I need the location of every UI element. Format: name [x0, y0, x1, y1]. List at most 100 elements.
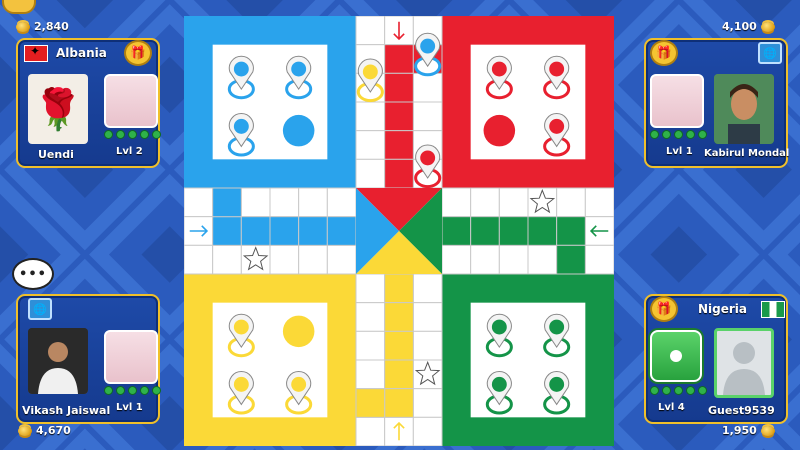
track-cell [584, 187, 614, 218]
track-cell [355, 359, 386, 390]
country-name: Nigeria [698, 302, 748, 316]
coin-balance-bottom-left: 4,670 [18, 424, 71, 437]
coin-balance-top-left: 2,840 [16, 20, 69, 33]
player-panel-bottom-right[interactable]: 🎁 Nigeria Lvl 4 Guest9539 [644, 294, 788, 424]
token-pin-icon [227, 55, 255, 100]
dice-slot [650, 74, 704, 128]
track-cell [355, 330, 386, 361]
token-core [549, 319, 565, 335]
track-cell [412, 388, 443, 418]
dice-slot [104, 74, 158, 128]
coin-icon [16, 21, 30, 32]
track-cell [355, 158, 386, 189]
track-cell [384, 130, 414, 160]
track-cell [412, 72, 443, 103]
token-core [491, 319, 507, 335]
track-cell [584, 244, 614, 275]
avatar-guest[interactable] [714, 328, 774, 398]
player-name: Kabirul Mondal [704, 148, 790, 159]
track-cell [384, 330, 414, 361]
track-cell [355, 388, 386, 418]
avatar-rose[interactable]: 🌹 [28, 74, 88, 144]
player-panel-top-right[interactable]: 🎁 🌐 Lvl 1 Kabirul Mondal [644, 38, 790, 168]
token-pin-icon [543, 313, 571, 358]
track-cell [412, 330, 443, 361]
player-level: Lvl 1 [116, 402, 143, 413]
photo-illustration [28, 328, 88, 394]
player-panel-bottom-left[interactable]: 🌐 Vikash Jaiswal Lvl 1 [16, 294, 161, 424]
empty-home-spot [483, 114, 516, 147]
nigeria-flag-icon [761, 300, 786, 318]
move-dots [650, 130, 707, 139]
track-cell [470, 244, 500, 275]
track-cell [470, 216, 500, 246]
token-core [233, 61, 249, 77]
track-cell [527, 244, 558, 275]
track-cell [384, 72, 414, 103]
token-core [233, 118, 249, 134]
portrait-illustration [714, 74, 774, 144]
track-cell [384, 158, 414, 189]
empty-home-spot [282, 114, 315, 147]
track-cell [527, 216, 558, 246]
guest-silhouette-icon [723, 342, 765, 395]
token-pin-icon [485, 371, 513, 415]
track-cell [556, 187, 586, 218]
track-cell [326, 244, 357, 275]
track-cell [355, 130, 386, 160]
gift-icon[interactable]: 🎁 [124, 40, 152, 66]
ludo-board[interactable] [184, 16, 614, 446]
player-level: Lvl 1 [666, 146, 693, 157]
player-name: Guest9539 [708, 404, 775, 417]
track-cell [384, 302, 414, 332]
track-cell [212, 216, 242, 246]
track-cell [298, 244, 328, 275]
gift-icon[interactable]: 🎁 [650, 40, 678, 66]
player-name: Uendi [38, 148, 74, 161]
track-cell [441, 244, 472, 275]
move-dots [104, 130, 161, 139]
coin-amount: 1,950 [722, 424, 757, 437]
roll-dice-button[interactable] [650, 330, 702, 382]
track-cell [240, 216, 271, 246]
coin-amount: 2,840 [34, 20, 69, 33]
avatar-photo[interactable] [28, 328, 88, 394]
track-cell [498, 187, 529, 218]
track-cell [412, 273, 443, 304]
track-cell [355, 16, 386, 46]
track-cell [212, 187, 242, 218]
coin-balance-bottom-right: 1,950 [722, 424, 775, 437]
token-core [491, 376, 507, 392]
track-cell [498, 216, 529, 246]
track-cell [556, 244, 586, 275]
token-core [549, 118, 565, 134]
albania-flag-icon [24, 44, 48, 62]
track-cell [384, 101, 414, 132]
coin-amount: 4,100 [722, 20, 757, 33]
move-dots [104, 386, 161, 395]
track-cell [240, 187, 271, 218]
coin-amount: 4,670 [36, 424, 71, 437]
token-core [420, 38, 436, 54]
track-cell [498, 244, 529, 275]
token-pin-icon [285, 55, 313, 100]
country-bar: Albania [24, 44, 107, 62]
globe-icon[interactable]: 🌐 [758, 42, 782, 64]
track-cell [184, 187, 214, 218]
token-core [233, 376, 249, 392]
gift-icon[interactable]: 🎁 [650, 296, 678, 322]
token-core [549, 61, 565, 77]
chat-bubble[interactable]: ••• [12, 258, 54, 290]
track-cell [412, 416, 443, 446]
empty-home-spot [282, 315, 315, 348]
track-cell [269, 244, 300, 275]
avatar-portrait[interactable] [714, 74, 774, 144]
coin-icon [760, 425, 775, 436]
player-panel-top-left[interactable]: Albania 🎁 🌹 Uendi Lvl 2 [16, 38, 161, 168]
token-pin-icon [414, 144, 442, 189]
track-cell [441, 216, 472, 246]
token-pin-icon [485, 55, 513, 100]
globe-icon[interactable]: 🌐 [28, 298, 52, 320]
token-core [362, 64, 378, 80]
coin-icon [18, 425, 32, 436]
